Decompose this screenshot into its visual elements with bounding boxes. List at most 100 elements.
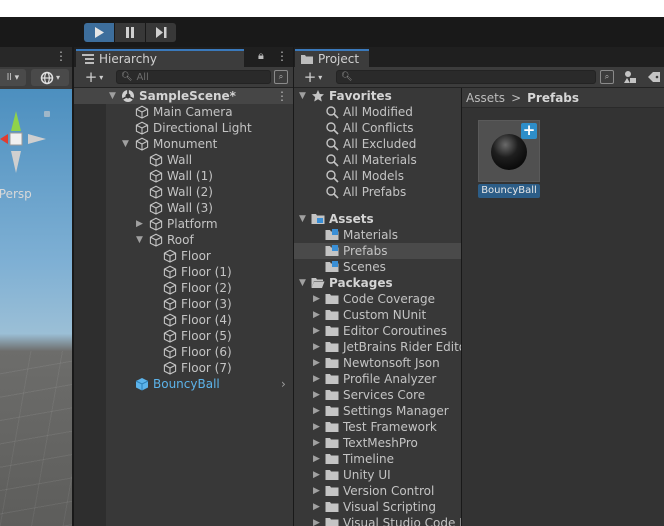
package-item[interactable]: ▶ Timeline <box>294 451 461 467</box>
tab-project[interactable]: Project <box>295 49 369 67</box>
fold-arrow-icon[interactable]: ▼ <box>136 235 143 245</box>
asset-tile[interactable]: + BouncyBall <box>478 120 540 198</box>
asset-folder-item[interactable]: Prefabs <box>294 243 461 259</box>
create-dropdown[interactable]: + ▾ <box>80 68 108 86</box>
fold-arrow-icon[interactable]: ▶ <box>313 326 320 336</box>
favorite-item[interactable]: All Conflicts <box>294 120 461 136</box>
fold-arrow-icon[interactable]: ▶ <box>313 454 320 464</box>
plus-icon: + <box>84 68 98 86</box>
fold-arrow-icon[interactable]: ▶ <box>313 470 320 480</box>
package-item-label: Unity UI <box>343 468 391 482</box>
search-by-type-icon[interactable]: ⌕ <box>600 70 614 84</box>
fold-arrow-icon[interactable]: ▼ <box>122 139 129 149</box>
fold-arrow-icon[interactable]: ▶ <box>136 219 143 229</box>
favorite-item[interactable]: All Models <box>294 168 461 184</box>
package-item[interactable]: ▶ Test Framework <box>294 419 461 435</box>
package-item[interactable]: ▶ Visual Studio Code Editor <box>294 515 461 526</box>
fold-arrow-icon[interactable]: ▼ <box>299 214 306 224</box>
hierarchy-item[interactable]: Floor (2) <box>74 280 293 296</box>
hierarchy-item[interactable]: Floor (1) <box>74 264 293 280</box>
package-item[interactable]: ▶ Custom NUnit <box>294 307 461 323</box>
favorite-item[interactable]: All Materials <box>294 152 461 168</box>
open-prefab-chevron-icon[interactable]: › <box>281 377 286 391</box>
fold-arrow-icon[interactable]: ▼ <box>299 278 306 288</box>
hierarchy-item[interactable]: ▶ Platform <box>74 216 293 232</box>
filter-by-label-icon[interactable] <box>622 69 638 85</box>
tab-hierarchy-label: Hierarchy <box>99 52 158 66</box>
tag-icon[interactable] <box>646 69 662 85</box>
fold-arrow-icon[interactable]: ▶ <box>313 294 320 304</box>
play-button[interactable] <box>84 23 114 42</box>
fold-arrow-icon[interactable]: ▶ <box>313 502 320 512</box>
hierarchy-menu-icon[interactable]: ⋮ <box>276 49 288 63</box>
fold-arrow-icon[interactable]: ▶ <box>313 518 320 526</box>
scene-menu-icon[interactable]: ⋮ <box>276 89 288 103</box>
package-item[interactable]: ▶ Version Control <box>294 483 461 499</box>
package-item[interactable]: ▶ JetBrains Rider Editor <box>294 339 461 355</box>
hierarchy-item[interactable]: Wall (2) <box>74 184 293 200</box>
asset-folder-item[interactable]: Scenes <box>294 259 461 275</box>
packages-header[interactable]: ▼ Packages <box>294 275 461 291</box>
favorite-item[interactable]: All Modified <box>294 104 461 120</box>
scene-gizmo-icon[interactable] <box>0 105 50 175</box>
package-item[interactable]: ▶ Visual Scripting <box>294 499 461 515</box>
fold-arrow-icon[interactable]: ▶ <box>313 390 320 400</box>
package-item[interactable]: ▶ Code Coverage <box>294 291 461 307</box>
fold-arrow-icon[interactable]: ▼ <box>109 91 116 101</box>
fold-arrow-icon[interactable]: ▶ <box>313 358 320 368</box>
asset-folder-item[interactable]: Materials <box>294 227 461 243</box>
create-dropdown[interactable]: + ▾ <box>299 68 327 86</box>
scene-menu-icon[interactable]: ⋮ <box>55 49 67 63</box>
package-item[interactable]: ▶ Newtonsoft Json <box>294 355 461 371</box>
favorites-header[interactable]: ▼ Favorites <box>294 88 461 104</box>
hierarchy-item[interactable]: Floor (4) <box>74 312 293 328</box>
pause-button[interactable] <box>115 23 145 42</box>
hierarchy-item[interactable]: Wall <box>74 152 293 168</box>
project-search-input[interactable]: 🔍︎ <box>336 70 596 84</box>
fold-arrow-icon[interactable]: ▶ <box>313 422 320 432</box>
scene-gizmos-dropdown[interactable]: ▾ <box>31 69 69 86</box>
favorite-item[interactable]: All Prefabs <box>294 184 461 200</box>
package-item[interactable]: ▶ TextMeshPro <box>294 435 461 451</box>
hierarchy-search-input[interactable]: 🔍︎ All <box>116 70 271 84</box>
search-icon <box>326 170 339 183</box>
package-item[interactable]: ▶ Editor Coroutines <box>294 323 461 339</box>
scene-draw-mode-dropdown[interactable]: ll ▾ <box>0 69 26 86</box>
package-item[interactable]: ▶ Settings Manager <box>294 403 461 419</box>
fold-arrow-icon[interactable]: ▶ <box>313 406 320 416</box>
fold-arrow-icon[interactable]: ▶ <box>313 310 320 320</box>
scene-viewport[interactable]: ‹Persp <box>0 89 72 526</box>
hierarchy-item[interactable]: Floor (6) <box>74 344 293 360</box>
fold-arrow-icon[interactable]: ▶ <box>313 438 320 448</box>
lock-icon[interactable]: 🔒︎ <box>258 49 264 63</box>
hierarchy-item[interactable]: ▼ Roof <box>74 232 293 248</box>
fold-arrow-icon[interactable]: ▶ <box>313 486 320 496</box>
fold-arrow-icon[interactable]: ▶ <box>313 342 320 352</box>
tab-hierarchy[interactable]: Hierarchy <box>76 49 244 67</box>
assets-header[interactable]: ▼ Assets <box>294 211 461 227</box>
package-item[interactable]: ▶ Services Core <box>294 387 461 403</box>
hierarchy-item[interactable]: Main Camera <box>74 104 293 120</box>
step-button[interactable] <box>146 23 176 42</box>
hierarchy-item[interactable]: Directional Light <box>74 120 293 136</box>
package-item[interactable]: ▶ Profile Analyzer <box>294 371 461 387</box>
gameobject-cube-icon <box>135 121 149 135</box>
breadcrumb-root[interactable]: Assets <box>466 91 505 105</box>
favorite-item[interactable]: All Excluded <box>294 136 461 152</box>
package-item-label: Services Core <box>343 388 426 402</box>
hierarchy-item[interactable]: BouncyBall › <box>74 376 293 392</box>
filter-icon[interactable]: ⌕ <box>274 70 288 84</box>
hierarchy-item[interactable]: Floor (7) <box>74 360 293 376</box>
hierarchy-item[interactable]: Floor <box>74 248 293 264</box>
hierarchy-item[interactable]: Floor (3) <box>74 296 293 312</box>
fold-arrow-icon[interactable]: ▼ <box>299 91 306 101</box>
hierarchy-item[interactable]: Floor (5) <box>74 328 293 344</box>
hierarchy-item[interactable]: Wall (3) <box>74 200 293 216</box>
fold-arrow-icon[interactable]: ▶ <box>313 374 320 384</box>
package-item[interactable]: ▶ Unity UI <box>294 467 461 483</box>
breadcrumb-current[interactable]: Prefabs <box>527 91 579 105</box>
hierarchy-item[interactable]: Wall (1) <box>74 168 293 184</box>
scene-row[interactable]: ▼ SampleScene* ⋮ <box>74 88 293 104</box>
persp-label[interactable]: ‹Persp <box>0 187 32 201</box>
hierarchy-item[interactable]: ▼ Monument <box>74 136 293 152</box>
